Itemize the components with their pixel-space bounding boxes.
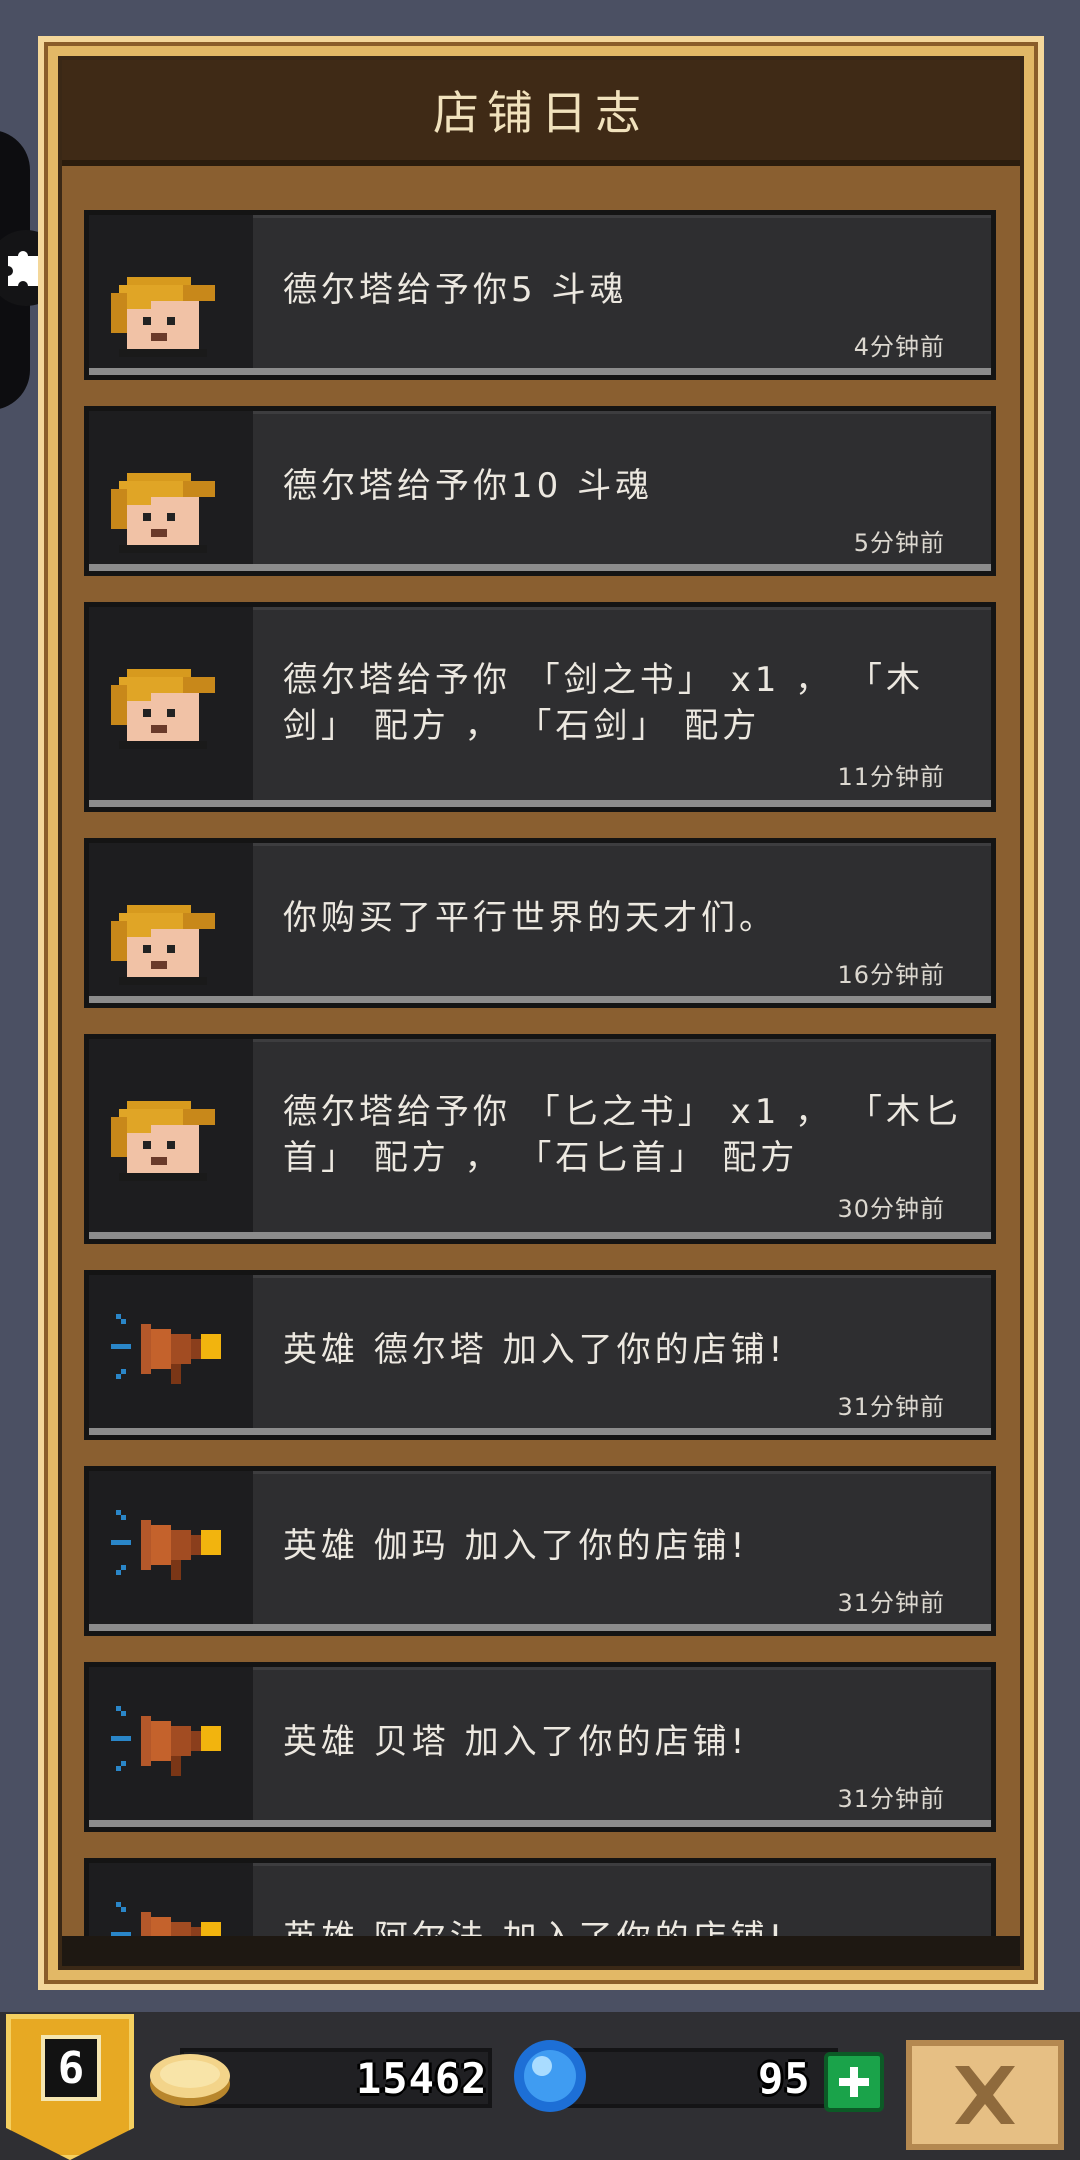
entry-time: 31分钟前: [837, 1393, 945, 1421]
plus-icon: [839, 2067, 869, 2097]
hero-portrait-icon: [111, 1101, 215, 1181]
log-entry: 德尔塔给予你5 斗魂 4分钟前: [84, 210, 996, 380]
megaphone-icon: [111, 1510, 221, 1580]
megaphone-icon: [111, 1314, 221, 1384]
hero-portrait-icon: [111, 473, 215, 553]
entry-icon-box: [89, 411, 253, 564]
entry-icon-box: [89, 1471, 253, 1624]
level-value: 6: [57, 2042, 85, 2094]
hero-portrait-icon: [111, 277, 215, 357]
entry-icon-box: [89, 843, 253, 996]
shop-log-panel: 店铺日志 德尔塔给予你5 斗魂 4分钟前 德尔塔给予你10 斗魂 5分钟前 德尔…: [38, 36, 1044, 1990]
entry-message: 英雄 伽玛 加入了你的店铺!: [283, 1526, 749, 1566]
blue-gem-icon: [514, 2040, 586, 2112]
add-gems-button[interactable]: [824, 2052, 884, 2112]
log-entry: 德尔塔给予你 「剑之书」 x1 ， 「木剑」 配方 ， 「石剑」 配方 11分钟…: [84, 602, 996, 812]
entry-time: 5分钟前: [853, 529, 945, 557]
panel-title: 店铺日志: [433, 86, 649, 140]
entry-message: 你购买了平行世界的天才们。: [283, 898, 777, 938]
gold-coin-icon: [150, 2054, 230, 2106]
log-entry: 英雄 伽玛 加入了你的店铺! 31分钟前: [84, 1466, 996, 1636]
entry-message: 德尔塔给予你 「剑之书」 x1 ， 「木剑」 配方 ， 「石剑」 配方: [283, 660, 924, 746]
close-icon: [955, 2066, 1015, 2124]
entry-icon-box: [89, 1667, 253, 1820]
entry-icon-box: [89, 607, 253, 800]
gem-amount: 95: [758, 2054, 811, 2103]
entry-icon-box: [89, 215, 253, 368]
entry-message: 德尔塔给予你 「匕之书」 x1 ， 「木匕首」 配方 ， 「石匕首」 配方: [283, 1092, 962, 1178]
log-entry: 你购买了平行世界的天才们。 16分钟前: [84, 838, 996, 1008]
title-bar: 店铺日志: [62, 60, 1020, 166]
entry-time: 30分钟前: [837, 1195, 945, 1223]
log-list[interactable]: 德尔塔给予你5 斗魂 4分钟前 德尔塔给予你10 斗魂 5分钟前 德尔塔给予你 …: [62, 166, 1020, 1936]
log-entry: 英雄 阿尔法 加入了你的店铺!: [84, 1858, 996, 1936]
entry-icon-box: [89, 1039, 253, 1232]
entry-message: 德尔塔给予你5 斗魂: [283, 270, 628, 310]
megaphone-icon: [111, 1902, 221, 1936]
log-entry: 英雄 贝塔 加入了你的店铺! 31分钟前: [84, 1662, 996, 1832]
entry-time: 4分钟前: [853, 333, 945, 361]
entry-time: 31分钟前: [837, 1785, 945, 1813]
entry-message: 德尔塔给予你10 斗魂: [283, 466, 654, 506]
hero-portrait-icon: [111, 905, 215, 985]
gold-amount: 15462: [356, 2054, 488, 2103]
entry-message: 英雄 德尔塔 加入了你的店铺!: [283, 1330, 787, 1370]
log-entry: 德尔塔给予你 「匕之书」 x1 ， 「木匕首」 配方 ， 「石匕首」 配方 30…: [84, 1034, 996, 1244]
level-box: 6: [41, 2035, 101, 2101]
entry-message: 英雄 阿尔法 加入了你的店铺!: [283, 1915, 969, 1936]
close-button[interactable]: [906, 2040, 1064, 2150]
log-entry: 德尔塔给予你10 斗魂 5分钟前: [84, 406, 996, 576]
entry-time: 31分钟前: [837, 1589, 945, 1617]
entry-time: 11分钟前: [837, 763, 945, 791]
entry-icon-box: [89, 1275, 253, 1428]
hero-portrait-icon: [111, 669, 215, 749]
log-entry: 英雄 德尔塔 加入了你的店铺! 31分钟前: [84, 1270, 996, 1440]
entry-time: 16分钟前: [837, 961, 945, 989]
entry-message: 英雄 贝塔 加入了你的店铺!: [283, 1722, 749, 1762]
megaphone-icon: [111, 1706, 221, 1776]
panel-inner: 店铺日志 德尔塔给予你5 斗魂 4分钟前 德尔塔给予你10 斗魂 5分钟前 德尔…: [58, 56, 1024, 1970]
entry-icon-box: [89, 1863, 253, 1936]
